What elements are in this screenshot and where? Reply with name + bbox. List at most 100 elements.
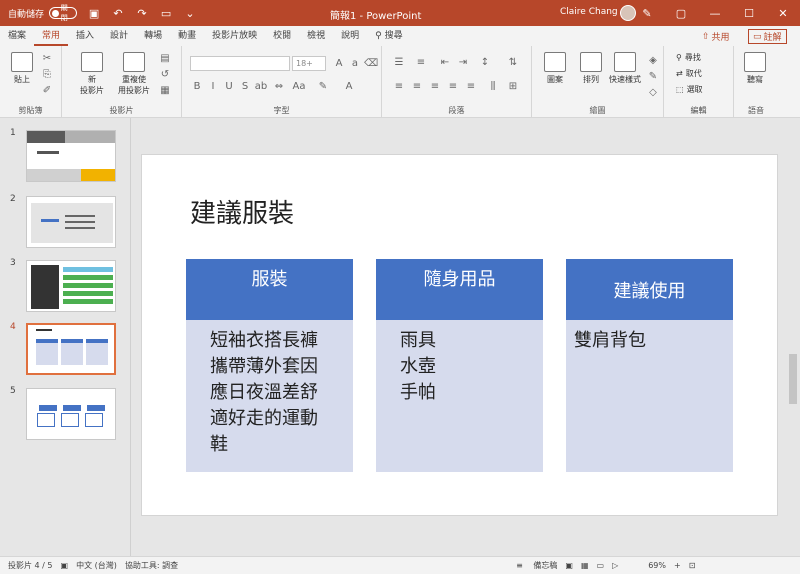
find-button[interactable]: ⚲ 尋找 xyxy=(676,52,701,63)
format-painter-icon[interactable]: ✐ xyxy=(40,84,54,96)
card-header-suggest[interactable]: 建議使用 xyxy=(566,259,733,320)
present-icon[interactable]: ▭ xyxy=(159,6,173,20)
redo-icon[interactable]: ↷ xyxy=(135,6,149,20)
vertical-scrollbar[interactable] xyxy=(786,118,800,556)
select-button[interactable]: ⬚ 選取 xyxy=(676,84,703,95)
font-group-label: 字型 xyxy=(273,106,290,115)
save-icon[interactable]: ▣ xyxy=(87,6,101,20)
quick-styles-button[interactable]: 快速樣式 xyxy=(608,52,642,85)
bold-icon[interactable]: B xyxy=(190,80,204,92)
fit-slide-icon[interactable]: ⊡ xyxy=(689,561,696,570)
change-case-icon[interactable]: Aa xyxy=(292,80,306,92)
tab-file[interactable]: 檔案 xyxy=(0,26,34,46)
numbering-icon[interactable]: ≡ xyxy=(414,56,428,68)
zoom-level[interactable]: 69% xyxy=(648,561,666,570)
copy-icon[interactable]: ⎘ xyxy=(40,68,54,80)
slide-thumbnail-3[interactable] xyxy=(26,260,116,312)
spellcheck-icon[interactable]: ▣ xyxy=(61,561,69,570)
line-spacing-icon[interactable]: ↕ xyxy=(478,56,492,68)
font-size-combo[interactable]: 18+ xyxy=(292,56,326,71)
card-body-clothing[interactable]: 短袖衣搭長褲攜帶薄外套因應日夜溫差舒適好走的運動鞋 xyxy=(186,320,353,472)
dictate-button[interactable]: 聽寫 xyxy=(738,52,772,85)
shape-fill-icon[interactable]: ◈ xyxy=(646,54,660,66)
maximize-icon[interactable]: ☐ xyxy=(732,0,766,26)
user-name[interactable]: Claire Chang xyxy=(560,7,618,17)
increase-indent-icon[interactable]: ⇥ xyxy=(456,56,470,68)
tab-help[interactable]: 說明 xyxy=(333,26,367,46)
normal-view-icon[interactable]: ▣ xyxy=(565,561,573,570)
card-header-items[interactable]: 隨身用品 xyxy=(376,259,543,320)
slide-count: 投影片 4 / 5 xyxy=(8,561,53,570)
undo-icon[interactable]: ↶ xyxy=(111,6,125,20)
bullets-icon[interactable]: ☰ xyxy=(392,56,406,68)
smartart-icon[interactable]: ⊞ xyxy=(506,80,520,92)
strikethrough-icon[interactable]: ab xyxy=(254,80,268,92)
new-slide-button[interactable]: 新 投影片 xyxy=(72,52,112,96)
reuse-slides-button[interactable]: 重複使 用投影片 xyxy=(114,52,154,96)
tab-slideshow[interactable]: 投影片放映 xyxy=(204,26,265,46)
slide-thumbnail-4[interactable] xyxy=(26,323,116,375)
card-body-items[interactable]: 雨具 水壺 手帕 xyxy=(376,320,543,472)
tab-review[interactable]: 校閱 xyxy=(265,26,299,46)
increase-font-icon[interactable]: A xyxy=(332,57,346,69)
shape-outline-icon[interactable]: ✎ xyxy=(646,70,660,82)
notes-button[interactable]: ≡ 備忘稿 xyxy=(508,560,557,571)
section-icon[interactable]: ▦ xyxy=(158,84,172,96)
arrange-button[interactable]: 排列 xyxy=(574,52,608,85)
shape-effects-icon[interactable]: ◇ xyxy=(646,86,660,98)
font-color-icon[interactable]: A xyxy=(342,80,356,92)
decrease-font-icon[interactable]: a xyxy=(348,57,362,69)
char-spacing-icon[interactable]: ⇔ xyxy=(272,80,286,92)
card-header-clothing[interactable]: 服裝 xyxy=(186,259,353,320)
comment-label: 註解 xyxy=(763,33,782,43)
ribbon-display-icon[interactable]: ▢ xyxy=(664,0,698,26)
align-left-icon[interactable]: ≡ xyxy=(392,80,406,92)
pen-icon[interactable]: ✎ xyxy=(630,0,664,26)
underline-icon[interactable]: U xyxy=(222,80,236,92)
search-tab[interactable]: ⚲ 搜尋 xyxy=(367,26,410,46)
paste-button[interactable]: 貼上 xyxy=(8,52,36,85)
font-name-combo[interactable] xyxy=(190,56,290,71)
decrease-indent-icon[interactable]: ⇤ xyxy=(438,56,452,68)
cut-icon[interactable]: ✂ xyxy=(40,52,54,64)
align-center-icon[interactable]: ≡ xyxy=(410,80,424,92)
shapes-button[interactable]: 圖案 xyxy=(538,52,572,85)
highlight-icon[interactable]: ✎ xyxy=(316,80,330,92)
customize-icon[interactable]: ⌄ xyxy=(183,6,197,20)
tab-transitions[interactable]: 轉場 xyxy=(136,26,170,46)
tab-view[interactable]: 檢視 xyxy=(299,26,333,46)
text-direction-icon[interactable]: ⇅ xyxy=(506,56,520,68)
accessibility-label[interactable]: 協助工具: 調查 xyxy=(125,560,178,571)
slideshow-view-icon[interactable]: ▷ xyxy=(612,561,618,570)
replace-button[interactable]: ⇄ 取代 xyxy=(676,68,702,79)
minimize-icon[interactable]: — xyxy=(698,0,732,26)
close-icon[interactable]: ✕ xyxy=(766,0,800,26)
tab-animations[interactable]: 動畫 xyxy=(170,26,204,46)
distributed-icon[interactable]: ≡ xyxy=(464,80,478,92)
slide-title[interactable]: 建議服裝 xyxy=(190,193,294,230)
reading-view-icon[interactable]: ▭ xyxy=(597,561,605,570)
reset-icon[interactable]: ↺ xyxy=(158,68,172,80)
columns-icon[interactable]: ⫼ xyxy=(486,80,500,92)
sorter-view-icon[interactable]: ▦ xyxy=(581,561,589,570)
language-label[interactable]: 中文 (台灣) xyxy=(76,560,117,571)
card-body-suggest[interactable]: 雙肩背包 xyxy=(566,320,733,472)
tab-home[interactable]: 常用 xyxy=(34,26,69,46)
comment-button[interactable]: ▭ 註解 xyxy=(748,29,787,44)
clear-format-icon[interactable]: ⌫ xyxy=(364,57,378,69)
scrollbar-thumb[interactable] xyxy=(789,354,797,404)
tab-insert[interactable]: 插入 xyxy=(68,26,102,46)
shadow-icon[interactable]: S xyxy=(238,80,252,92)
slide-thumbnail-2[interactable] xyxy=(26,196,116,248)
slide-thumbnail-1[interactable] xyxy=(26,130,116,182)
italic-icon[interactable]: I xyxy=(206,80,220,92)
align-right-icon[interactable]: ≡ xyxy=(428,80,442,92)
zoom-in-icon[interactable]: + xyxy=(674,561,681,570)
autosave-toggle[interactable]: 關閉 xyxy=(49,4,78,22)
slide-thumbnail-5[interactable] xyxy=(26,388,116,440)
share-button[interactable]: ⇧ 共用 xyxy=(698,29,734,44)
share-icon: ⇧ xyxy=(702,31,710,42)
justify-icon[interactable]: ≡ xyxy=(446,80,460,92)
tab-design[interactable]: 設計 xyxy=(102,26,136,46)
layout-icon[interactable]: ▤ xyxy=(158,52,172,64)
